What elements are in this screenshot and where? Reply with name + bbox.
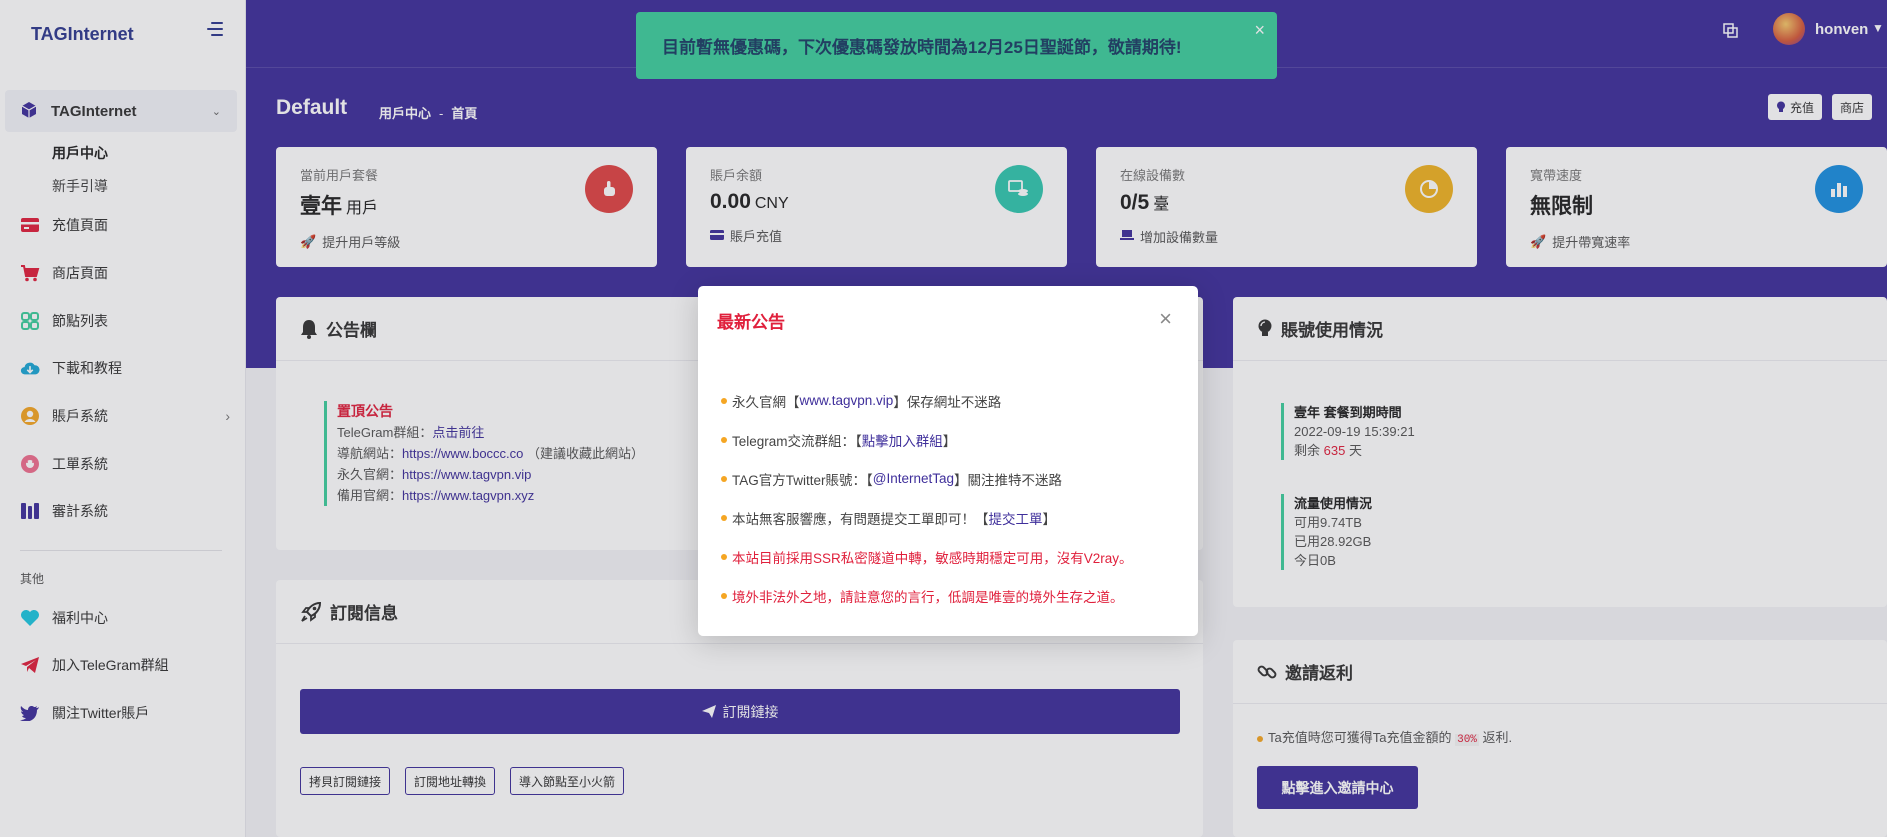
bullet-dot <box>721 592 727 599</box>
bullet-dot <box>721 514 727 521</box>
item-text: 境外非法外之地，請註意您的言行，低調是唯壹的境外生存之道。 <box>732 589 1124 605</box>
list-item: 本站目前採用SSR私密隧道中轉，敏感時期穩定可用，沒有V2ray。 <box>721 537 1133 576</box>
announcement-modal: 最新公告 × 永久官網【 www.tagvpn.vip 】保存網址不迷路 Teleg… <box>698 286 1198 636</box>
bullet-dot <box>721 553 727 560</box>
item-text: 】關注推特不迷路 <box>954 472 1063 488</box>
item-text: 】 <box>942 433 957 449</box>
item-text: 本站目前採用SSR私密隧道中轉，敏感時期穩定可用，沒有V2ray。 <box>732 550 1133 566</box>
list-item: 境外非法外之地，請註意您的言行，低調是唯壹的境外生存之道。 <box>721 576 1133 615</box>
item-text: 本站無客服響應，有問題提交工單即可！【 <box>732 511 989 527</box>
list-item: 本站無客服響應，有問題提交工單即可！【 提交工單】 <box>721 498 1133 537</box>
list-item: Telegram交流群組：【 點擊加入群組】 <box>721 420 1133 459</box>
item-text: 】 <box>1042 511 1057 527</box>
bullet-dot <box>721 397 727 404</box>
announcement-list: 永久官網【 www.tagvpn.vip 】保存網址不迷路 Telegram交流群組… <box>721 381 1133 615</box>
official-site-link[interactable]: www.tagvpn.vip <box>800 393 894 408</box>
join-group-link[interactable]: 點擊加入群組 <box>862 430 943 450</box>
twitter-link[interactable]: @InternetTag <box>873 471 954 486</box>
item-text: 】保存網址不迷路 <box>893 394 1002 410</box>
list-item: 永久官網【 www.tagvpn.vip 】保存網址不迷路 <box>721 381 1133 420</box>
modal-title: 最新公告 <box>717 313 785 332</box>
item-text: TAG官方Twitter賬號：【 <box>732 472 873 488</box>
bullet-dot <box>721 436 727 443</box>
list-item: TAG官方Twitter賬號：【 @InternetTag 】關注推特不迷路 <box>721 459 1133 498</box>
item-text: Telegram交流群組：【 <box>732 433 862 449</box>
bullet-dot <box>721 475 727 482</box>
close-icon[interactable]: × <box>1159 308 1172 330</box>
submit-ticket-link[interactable]: 提交工單 <box>989 508 1043 528</box>
item-text: 永久官網【 <box>732 394 800 410</box>
